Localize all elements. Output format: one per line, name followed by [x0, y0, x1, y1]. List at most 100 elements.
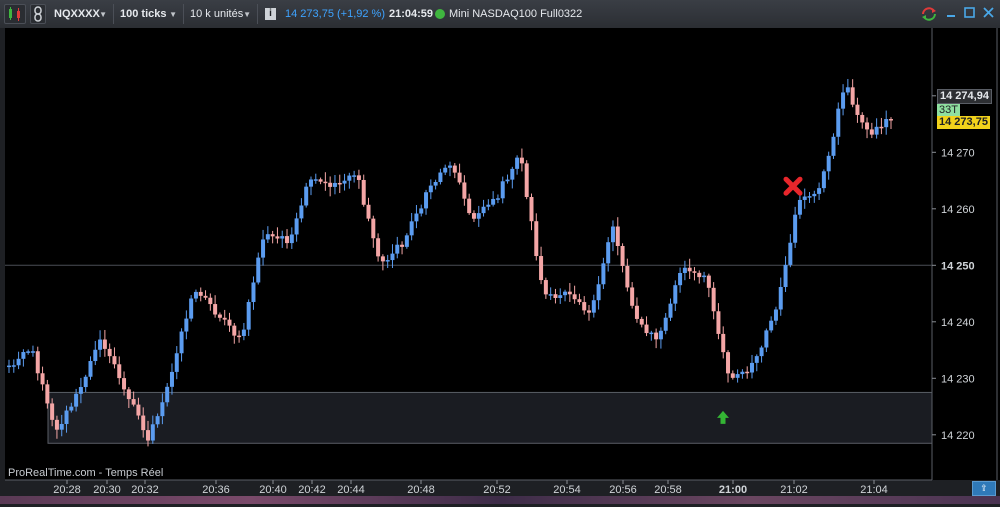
interval-label: 100 ticks — [120, 8, 167, 20]
candle-body — [241, 329, 246, 336]
candle-body — [342, 180, 347, 184]
candle-body — [443, 167, 448, 173]
candle-body — [356, 175, 361, 180]
units-label: 10 k unités — [190, 8, 244, 20]
candle-body — [663, 317, 668, 331]
last-price: 14 273,75 — [285, 8, 334, 20]
x-tick-label: 20:56 — [609, 484, 637, 496]
candle-body — [778, 286, 783, 310]
candle-body — [419, 208, 424, 214]
candle-body — [424, 192, 429, 209]
candle-body — [730, 373, 735, 378]
candle-body — [740, 371, 745, 375]
chart-toolbar: NQXXXX ▼ 100 ticks ▼ 10 k unités ▼ i 14 273… — [0, 0, 1000, 29]
candle-body — [802, 196, 807, 200]
quote-time: 21:04:59 — [389, 8, 434, 20]
candle-body — [610, 226, 615, 243]
candle-body — [587, 310, 592, 313]
candle-body — [692, 271, 697, 273]
candle-body — [678, 272, 683, 286]
candle-body — [131, 399, 136, 405]
price-chart[interactable]: 14 28014 27014 26014 25014 24014 23014 2… — [0, 28, 1000, 504]
candle-body — [754, 356, 759, 363]
candle-body — [74, 393, 79, 407]
candle-body — [280, 236, 285, 239]
candle-body — [519, 157, 524, 164]
candle-body — [203, 295, 208, 298]
minimize-icon[interactable] — [946, 6, 956, 21]
x-tick-label: 20:42 — [298, 484, 326, 496]
y-tick-label: 14 270 — [941, 147, 975, 159]
candle-body — [687, 267, 692, 272]
x-tick-label: 20:48 — [407, 484, 435, 496]
candle-body — [582, 302, 587, 311]
candle-body — [409, 221, 414, 236]
candle-body — [788, 242, 793, 265]
candlestick-icon[interactable] — [4, 4, 26, 24]
candle-body — [404, 235, 409, 247]
candle-body — [639, 318, 644, 325]
symbol-dropdown[interactable]: NQXXXX ▼ — [50, 4, 114, 24]
candle-body — [414, 213, 419, 222]
candle-body — [682, 267, 687, 273]
refresh-icon[interactable] — [920, 6, 938, 25]
units-dropdown[interactable]: 10 k unités ▼ — [186, 4, 258, 24]
candle-body — [7, 365, 11, 368]
candle-body — [332, 182, 337, 187]
candle-body — [462, 182, 467, 199]
candle-body — [889, 119, 893, 121]
candle-body — [764, 330, 769, 348]
candle-body — [208, 297, 213, 305]
candle-body — [553, 294, 558, 298]
candle-body — [122, 378, 127, 390]
candle-body — [721, 333, 726, 353]
interval-dropdown[interactable]: 100 ticks ▼ — [116, 4, 184, 24]
candle-body — [620, 245, 625, 266]
candle-body — [308, 179, 313, 187]
candle-body — [54, 419, 59, 430]
candle-body — [865, 122, 870, 130]
candle-body — [117, 364, 122, 379]
scroll-to-end-icon[interactable]: ⇪ — [972, 481, 996, 496]
candle-body — [452, 165, 457, 173]
candle-body — [529, 197, 534, 222]
instrument-name: Mini NASDAQ100 Full0322 — [449, 8, 583, 20]
candle-body — [606, 242, 611, 264]
candle-body — [102, 339, 107, 349]
candle-body — [773, 309, 778, 321]
candle-body — [141, 415, 146, 431]
candle-body — [50, 403, 55, 420]
candle-body — [505, 179, 510, 182]
candle-body — [11, 365, 16, 367]
price-tag-upper: 14 274,94 — [937, 89, 992, 104]
link-icon[interactable] — [30, 4, 46, 24]
candle-body — [783, 264, 788, 287]
candle-body — [539, 256, 544, 281]
candle-body — [563, 291, 568, 296]
candle-body — [318, 179, 323, 182]
candle-body — [817, 188, 822, 194]
candle-body — [174, 353, 179, 372]
candle-body — [193, 291, 198, 299]
chart-canvas[interactable]: 14 28014 27014 26014 25014 24014 23014 2… — [0, 28, 1000, 504]
info-icon[interactable]: i — [265, 8, 276, 20]
candle-body — [726, 352, 731, 374]
x-tick-label: 21:02 — [780, 484, 808, 496]
candle-body — [304, 186, 309, 206]
candle — [189, 295, 194, 322]
candle-body — [831, 136, 836, 156]
candle-body — [577, 299, 582, 303]
candle-body — [146, 430, 151, 441]
candle-body — [112, 356, 117, 365]
candle-body — [821, 171, 826, 189]
candle-body — [179, 331, 184, 354]
candle-body — [797, 199, 802, 215]
candle-body — [448, 165, 452, 168]
y-tick-label: 14 260 — [941, 204, 975, 216]
candle-body — [313, 179, 318, 181]
candle-body — [26, 351, 31, 353]
close-icon[interactable] — [983, 6, 994, 21]
maximize-icon[interactable] — [964, 6, 975, 21]
candle-body — [246, 302, 251, 330]
candle-body — [869, 129, 874, 135]
